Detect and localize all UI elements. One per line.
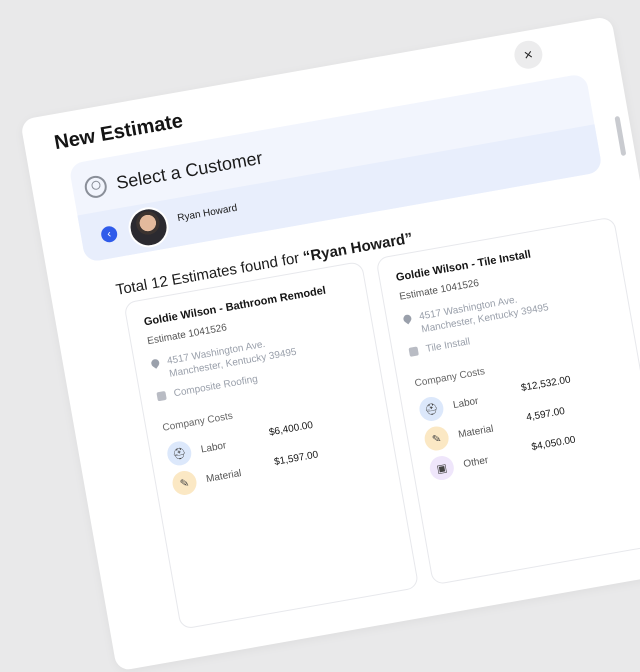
box-icon: ▣ [427,454,456,482]
cost-label: Material [457,423,495,441]
new-estimate-modal: New Estimate × Select a Customer ‹ Ryan … [20,15,640,672]
cost-label: Labor [200,439,228,455]
hard-hat-icon: ⛑ [417,395,446,423]
cost-value: $1,597.00 [273,448,320,468]
tools-icon: ✎ [422,424,451,453]
cost-label: Other [462,454,490,470]
estimate-type: Tile Install [408,336,471,358]
estimate-title: Goldie Wilson - Tile Install [395,248,532,284]
scrollbar[interactable] [614,115,627,157]
location-pin-icon [149,357,161,369]
tools-icon: ✎ [170,469,199,497]
tile-icon [408,346,419,357]
type-text: Tile Install [425,336,471,355]
location-pin-icon [401,313,413,325]
cost-value: $4,050.00 [530,433,577,453]
avatar [125,204,172,251]
cost-value: $6,400.00 [268,419,314,438]
user-circle-icon [83,174,109,200]
estimate-card[interactable]: Goldie Wilson - Bathroom Remodel Estimat… [123,260,420,630]
cost-value: $12,532.00 [520,373,572,394]
layers-icon [156,390,167,402]
hard-hat-icon: ⛑ [165,439,194,468]
close-icon: × [522,45,535,64]
estimate-card[interactable]: Goldie Wilson - Tile Install Estimate 10… [375,216,640,586]
cost-label: Labor [452,395,480,411]
close-button[interactable]: × [512,38,545,71]
estimate-title: Goldie Wilson - Bathroom Remodel [143,284,327,329]
customer-name: Ryan Howard [176,202,239,224]
chevron-left-icon: ‹ [106,228,113,241]
back-button[interactable]: ‹ [99,224,119,244]
cost-value: 4,597.00 [525,405,566,424]
cost-label: Material [205,467,243,485]
